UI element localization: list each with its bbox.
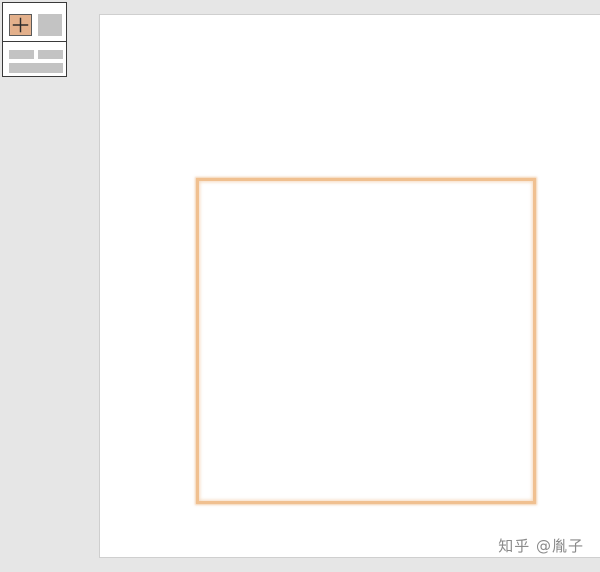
layout-button[interactable] — [9, 50, 63, 74]
tool-palette — [2, 2, 67, 77]
palette-row-shapes — [3, 3, 66, 40]
layout-icon-segment — [38, 50, 63, 59]
layout-icon-segment — [9, 50, 34, 59]
slide-canvas[interactable] — [99, 14, 600, 558]
palette-row-layout — [3, 41, 66, 77]
watermark: 知乎 @胤子 — [498, 537, 584, 555]
layout-icon-segment — [9, 63, 63, 73]
plus-icon — [10, 15, 31, 35]
selected-rectangle-shape[interactable] — [196, 178, 536, 504]
block-shape-button[interactable] — [38, 14, 62, 36]
app-window: 知乎 @胤子 — [0, 0, 600, 572]
add-shape-button[interactable] — [9, 14, 32, 36]
